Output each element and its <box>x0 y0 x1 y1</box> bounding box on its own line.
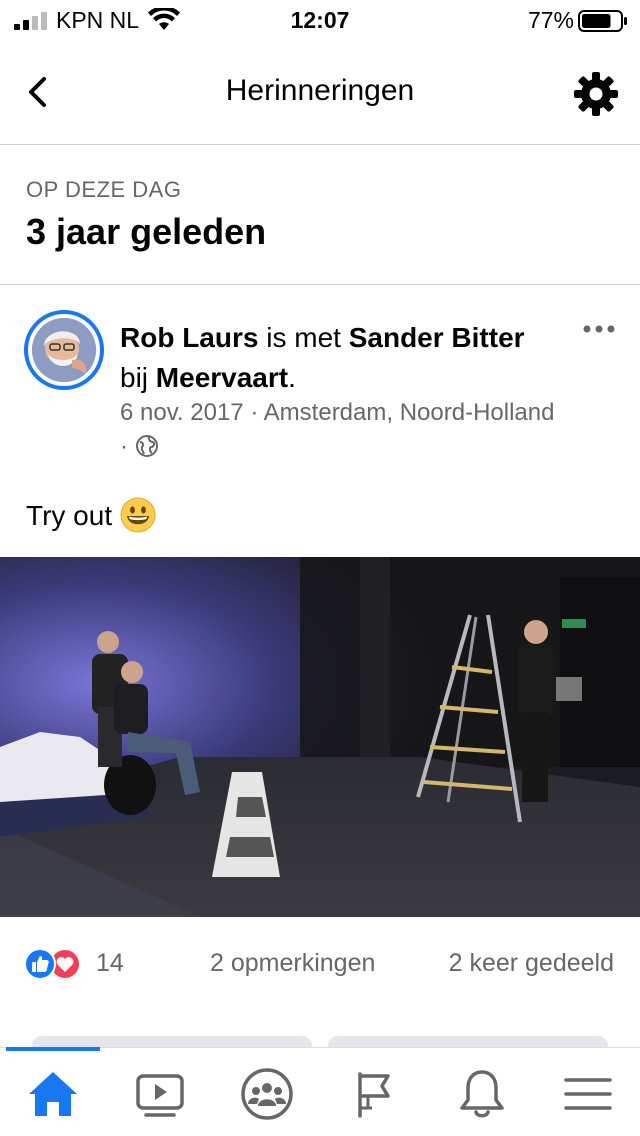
bottom-tab-bar <box>0 1047 640 1136</box>
meta-separator: · <box>250 399 259 426</box>
like-reaction-icon[interactable] <box>24 948 56 980</box>
bell-icon[interactable] <box>454 1066 510 1122</box>
status-bar: KPN NL 12:07 77% <box>0 0 640 40</box>
pages-flag-icon[interactable] <box>346 1066 402 1122</box>
avatar-image <box>32 318 96 382</box>
memory-headline: 3 jaar geleden <box>26 211 267 252</box>
post-photo[interactable] <box>0 557 640 917</box>
reaction-count[interactable]: 14 <box>96 949 124 978</box>
post-message: Try out <box>26 500 113 531</box>
nav-bar: Herinneringen <box>0 40 640 145</box>
stage-photo <box>0 557 640 917</box>
active-tab-indicator <box>6 1047 100 1051</box>
comments-count[interactable]: 2 opmerkingen <box>210 949 375 978</box>
page-title: Herinneringen <box>225 74 415 107</box>
avatar[interactable] <box>24 310 104 390</box>
memory-subtitle: OP DEZE DAG <box>26 177 182 202</box>
post-location: Amsterdam, Noord-Holland <box>263 399 555 426</box>
post-meta: 6 nov. 2017 · Amsterdam, Noord-Holland · <box>120 396 560 464</box>
at-text: bij <box>120 362 149 393</box>
battery-icon <box>578 10 627 32</box>
gear-icon[interactable] <box>572 70 620 118</box>
video-icon[interactable] <box>132 1066 188 1122</box>
groups-icon[interactable] <box>239 1066 295 1122</box>
meta-separator: · <box>120 433 128 460</box>
author-link[interactable]: Rob Laurs <box>120 322 258 353</box>
post-headline: Rob Laurs is met Sander Bitter bij Meerv… <box>120 318 560 398</box>
reactions-bar: 14 2 opmerkingen 2 keer gedeeld <box>24 946 624 986</box>
more-options-icon[interactable] <box>582 322 616 336</box>
with-text: is met <box>266 322 341 353</box>
place-link[interactable]: Meervaart <box>156 362 288 393</box>
menu-icon[interactable] <box>560 1066 616 1122</box>
battery-percent: 77% <box>527 7 574 33</box>
post-date[interactable]: 6 nov. 2017 <box>120 399 244 426</box>
place-suffix: . <box>288 362 296 393</box>
post-text: Try out <box>26 497 156 533</box>
smiley-emoji-icon <box>120 497 156 533</box>
tagged-link[interactable]: Sander Bitter <box>349 322 525 353</box>
home-icon[interactable] <box>25 1066 81 1122</box>
globe-icon <box>135 435 158 457</box>
shares-count[interactable]: 2 keer gedeeld <box>449 949 614 978</box>
memory-header: OP DEZE DAG 3 jaar geleden <box>0 145 640 285</box>
